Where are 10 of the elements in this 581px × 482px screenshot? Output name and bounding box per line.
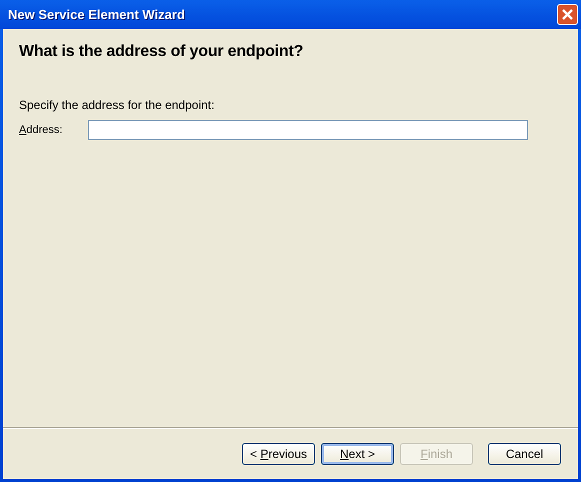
page-heading: What is the address of your endpoint? [19, 43, 304, 61]
close-button[interactable] [557, 4, 578, 25]
wizard-button[interactable]: Next > [321, 443, 394, 465]
wizard-button[interactable]: < Previous [242, 443, 315, 465]
address-label: Address: [19, 124, 64, 136]
wizard-button[interactable]: Cancel [488, 443, 561, 465]
instruction-text: Specify the address for the endpoint: [19, 98, 216, 112]
address-field[interactable] [88, 120, 528, 140]
window-title: New Service Element Wizard [8, 7, 185, 22]
close-icon [561, 8, 574, 21]
